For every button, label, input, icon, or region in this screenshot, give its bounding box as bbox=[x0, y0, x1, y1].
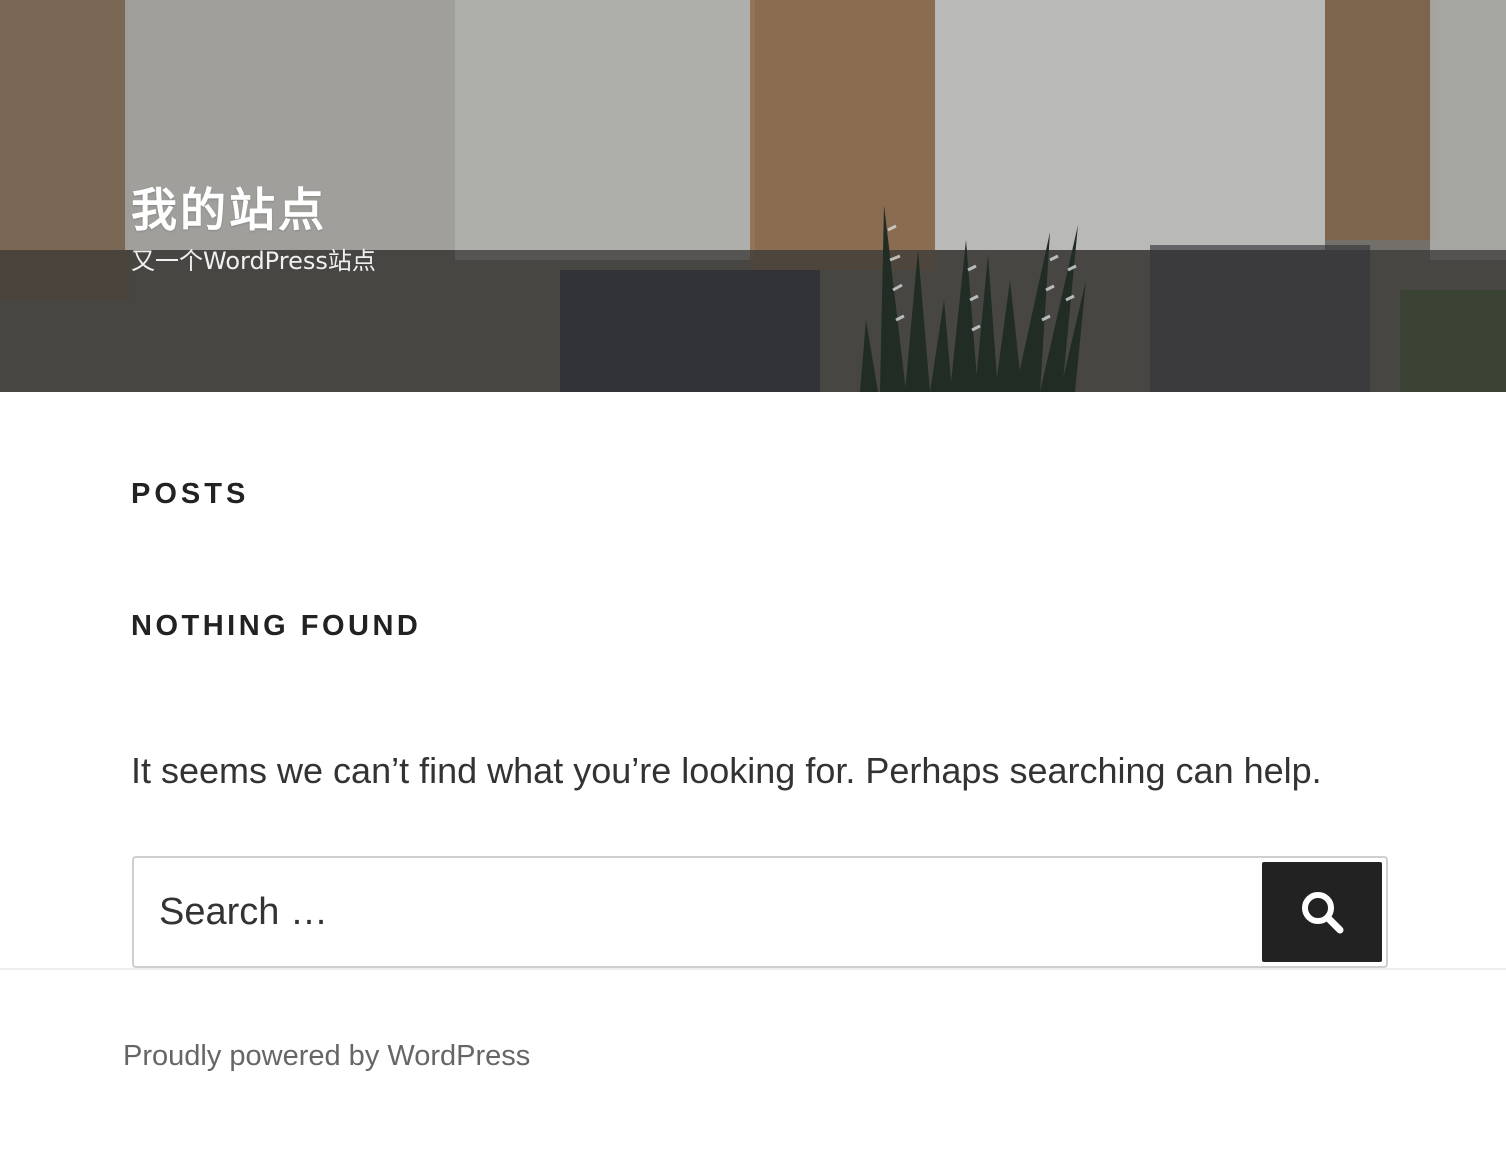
site-footer: Proudly powered by WordPress bbox=[0, 968, 1506, 1152]
search-input[interactable] bbox=[134, 858, 1254, 966]
site-description: 又一个WordPress站点 bbox=[131, 247, 376, 275]
search-form bbox=[132, 856, 1388, 968]
page-title: POSTS bbox=[131, 478, 250, 510]
powered-by-link[interactable]: Proudly powered by WordPress bbox=[123, 1040, 530, 1073]
no-results-message: It seems we can’t find what you’re looki… bbox=[131, 750, 1322, 791]
main-content: POSTS NOTHING FOUND It seems we can’t fi… bbox=[0, 392, 1506, 968]
site-branding: 我的站点 又一个WordPress站点 bbox=[131, 178, 376, 278]
site-title[interactable]: 我的站点 bbox=[131, 178, 376, 242]
nothing-found-title: NOTHING FOUND bbox=[131, 610, 422, 642]
search-icon bbox=[1302, 892, 1344, 934]
search-button[interactable] bbox=[1262, 862, 1382, 962]
site-header: 我的站点 又一个WordPress站点 bbox=[0, 0, 1506, 392]
